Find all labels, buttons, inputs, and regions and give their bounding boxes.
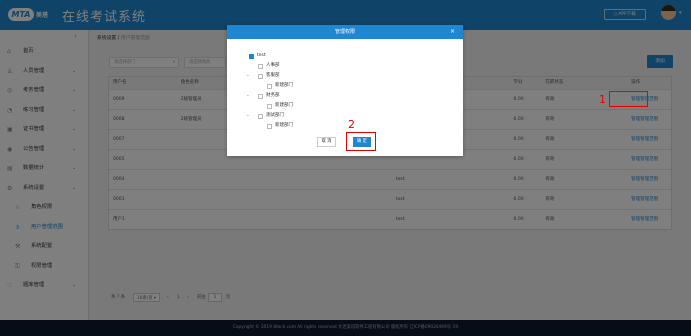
tree-checkbox[interactable]: [258, 63, 263, 69]
tree-node-label: 人事部: [266, 63, 280, 68]
tree-checkbox[interactable]: [258, 93, 263, 99]
annotation-number-2: 2: [348, 118, 355, 131]
permission-dialog: 管理权限 × test 人事部 ⌄ 客服部 新建部门 ⌄ 财务部 新建部门 ⌄ 测试部门 新建部门 …: [227, 25, 463, 156]
tree-node-label: 财务部: [266, 93, 280, 98]
annotation-box-1: [609, 91, 648, 107]
cancel-button[interactable]: 取 消: [317, 137, 336, 147]
dialog-header: 管理权限 ×: [227, 25, 463, 39]
tree-checkbox[interactable]: [249, 53, 254, 59]
tree-node-label: 客服部: [266, 73, 280, 78]
tree-checkbox[interactable]: [267, 83, 272, 89]
tree-checkbox[interactable]: [267, 123, 272, 129]
dialog-title: 管理权限: [334, 29, 355, 35]
tree-node-label: 测试部门: [266, 113, 284, 118]
expand-toggle-icon[interactable]: ⌄: [246, 91, 250, 101]
tree-checkbox[interactable]: [258, 73, 263, 79]
tree-node-label: test: [257, 53, 266, 58]
annotation-number-1: 1: [599, 93, 606, 106]
close-icon[interactable]: ×: [450, 25, 455, 39]
tree-node-label: 新建部门: [275, 83, 293, 88]
expand-toggle-icon[interactable]: ⌄: [246, 71, 250, 81]
tree-node-label: 新建部门: [275, 103, 293, 108]
tree-node-label: 新建部门: [275, 123, 293, 128]
annotation-box-2: [346, 132, 376, 151]
tree-checkbox[interactable]: [258, 113, 263, 119]
tree-checkbox[interactable]: [267, 103, 272, 109]
expand-toggle-icon[interactable]: ⌄: [246, 111, 250, 121]
